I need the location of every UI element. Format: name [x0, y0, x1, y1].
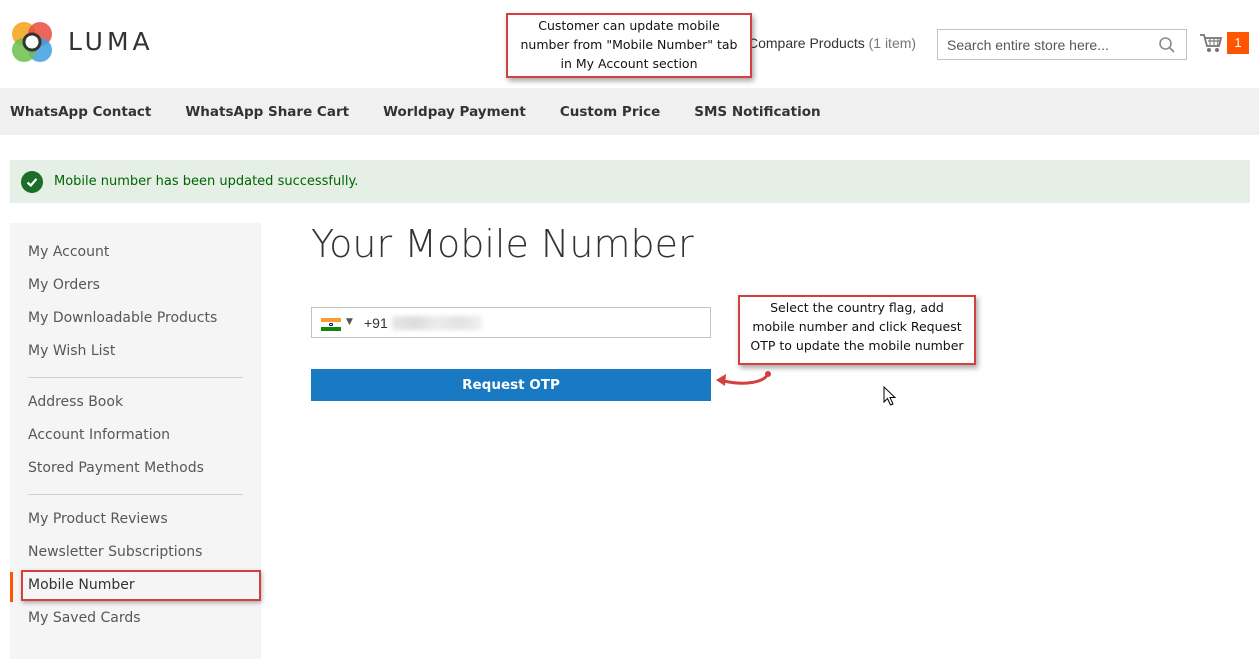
india-flag-icon[interactable]: [321, 318, 341, 331]
success-check-icon: [21, 170, 43, 193]
luma-logo-icon: [12, 21, 52, 62]
country-dropdown-caret-icon[interactable]: ▼: [346, 317, 353, 327]
cart-count-badge: 1: [1227, 32, 1249, 54]
sidebar-divider: [28, 377, 243, 378]
annotation-callout-right: Select the country flag, add mobile numb…: [738, 295, 976, 365]
annotation-highlight-box: [21, 570, 261, 601]
success-message-text: Mobile number has been updated successfu…: [54, 174, 359, 189]
request-otp-button[interactable]: Request OTP: [311, 369, 711, 401]
compare-count: (1 item): [868, 35, 917, 51]
shopping-cart-icon[interactable]: [1199, 32, 1223, 54]
sidebar-item-newsletter-subscriptions[interactable]: Newsletter Subscriptions: [28, 544, 202, 560]
annotation-callout-top: Customer can update mobile number from "…: [506, 13, 752, 78]
mobile-number-field[interactable]: ▼ +91: [311, 307, 711, 338]
sidebar-item-product-reviews[interactable]: My Product Reviews: [28, 511, 168, 527]
annotation-arrow-icon: [716, 371, 771, 386]
account-sidebar: My Account My Orders My Downloadable Pro…: [10, 223, 261, 659]
compare-label: Compare Products: [748, 35, 865, 51]
nav-item-whatsapp-share-cart[interactable]: WhatsApp Share Cart: [185, 104, 349, 120]
sidebar-item-saved-cards[interactable]: My Saved Cards: [28, 610, 141, 626]
sidebar-divider: [28, 494, 243, 495]
page-title: Your Mobile Number: [311, 222, 694, 266]
redacted-phone-number: [392, 316, 482, 330]
callout-line: mobile number and click Request: [752, 319, 962, 334]
callout-line: Customer can update mobile: [538, 18, 720, 33]
mouse-cursor-icon: [883, 386, 897, 406]
compare-products-link[interactable]: Compare Products (1 item): [748, 35, 916, 51]
sidebar-item-wish-list[interactable]: My Wish List: [28, 343, 115, 359]
nav-item-worldpay-payment[interactable]: Worldpay Payment: [383, 104, 526, 120]
callout-line: number from "Mobile Number" tab: [520, 37, 738, 52]
search-input[interactable]: [938, 30, 1148, 59]
sidebar-item-downloadable-products[interactable]: My Downloadable Products: [28, 310, 217, 326]
callout-line: Select the country flag, add: [770, 300, 944, 315]
nav-item-sms-notification[interactable]: SMS Notification: [694, 104, 820, 120]
sidebar-item-stored-payment-methods[interactable]: Stored Payment Methods: [28, 460, 204, 476]
callout-line: in My Account section: [560, 56, 698, 71]
sidebar-item-address-book[interactable]: Address Book: [28, 394, 123, 410]
minicart[interactable]: 1: [1199, 31, 1255, 57]
main-navigation: WhatsApp Contact WhatsApp Share Cart Wor…: [0, 88, 1259, 135]
success-message: Mobile number has been updated successfu…: [10, 160, 1250, 203]
callout-line: OTP to update the mobile number: [750, 338, 964, 353]
search-box: [937, 29, 1187, 60]
sidebar-item-my-orders[interactable]: My Orders: [28, 277, 100, 293]
logo-text: LUMA: [68, 27, 154, 56]
dial-code: +91: [364, 315, 388, 331]
luma-logo[interactable]: LUMA: [10, 19, 160, 64]
nav-item-custom-price[interactable]: Custom Price: [560, 104, 660, 120]
sidebar-item-account-information[interactable]: Account Information: [28, 427, 170, 443]
sidebar-item-my-account[interactable]: My Account: [28, 244, 109, 260]
nav-item-whatsapp-contact[interactable]: WhatsApp Contact: [10, 104, 151, 120]
active-indicator: [10, 572, 13, 602]
search-icon[interactable]: [1158, 36, 1176, 54]
